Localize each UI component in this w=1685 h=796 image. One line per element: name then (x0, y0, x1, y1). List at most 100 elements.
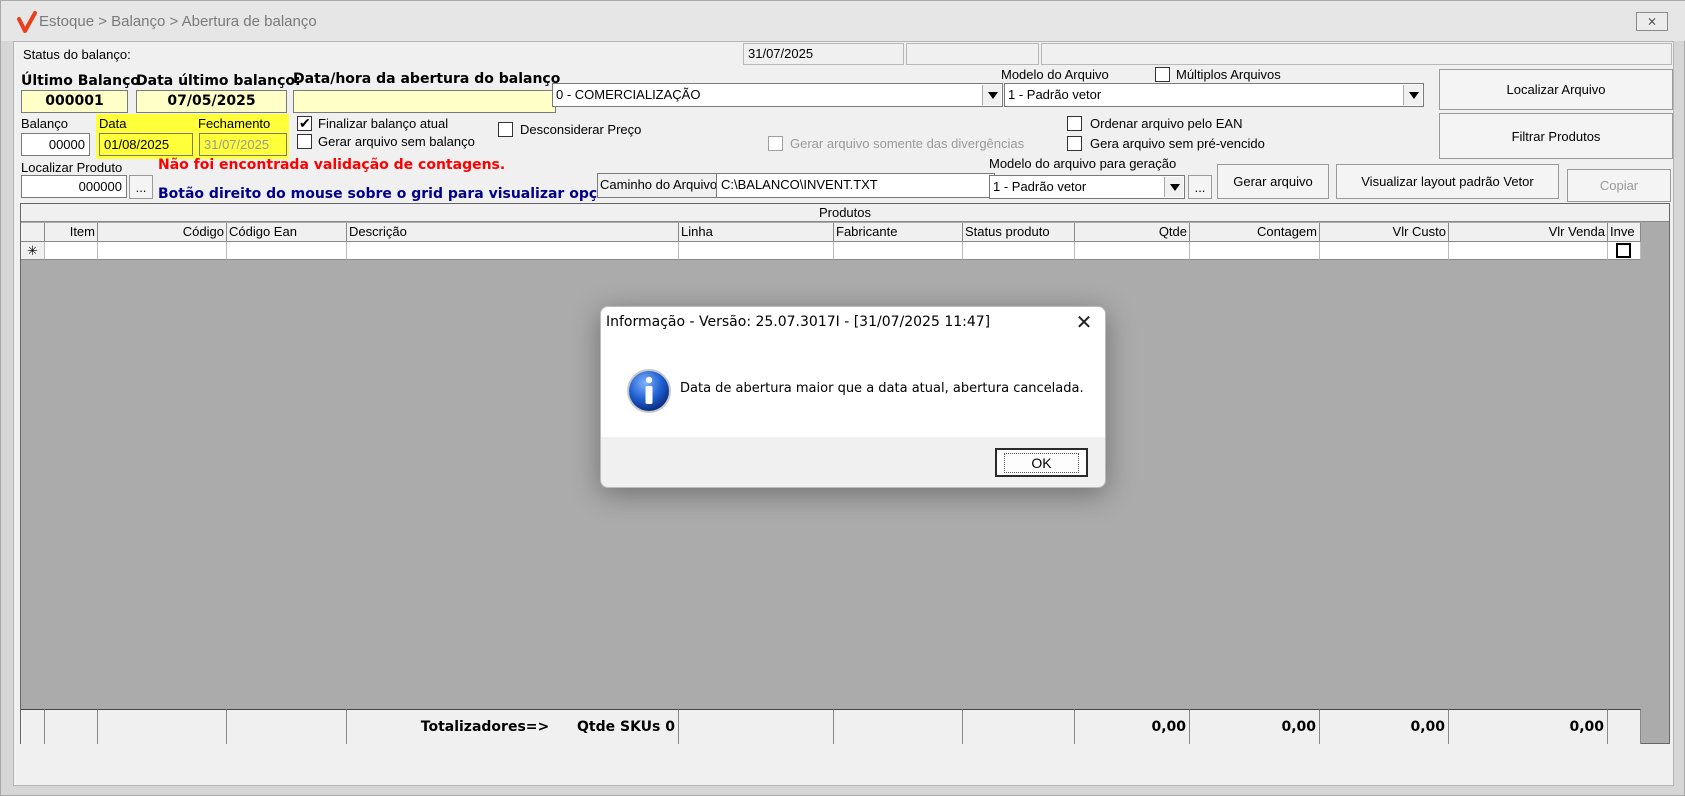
grid-header-codigo-ean[interactable]: Código Ean (227, 223, 347, 242)
footer-qtde-total: 0,00 (1075, 709, 1190, 744)
dialog-title: Informação - Versão: 25.07.3017I - [31/0… (606, 314, 991, 330)
new-row-cell[interactable] (1449, 242, 1608, 260)
data-abertura-field[interactable] (293, 90, 556, 113)
new-row-cell[interactable] (45, 242, 98, 260)
modelo-arquivo-label: Modelo do Arquivo (1001, 67, 1109, 82)
new-row-cell[interactable] (1190, 242, 1320, 260)
caminho-arquivo-label: Caminho do Arquivo: (600, 177, 721, 192)
grid-header-status-produto[interactable]: Status produto (963, 223, 1075, 242)
chevron-down-icon[interactable] (982, 85, 1001, 105)
gerar-divergencias-checkbox (768, 136, 783, 151)
data-ultimo-balanco-field: 07/05/2025 (136, 90, 287, 113)
new-row-cell[interactable] (347, 242, 679, 260)
pre-vencido-checkbox[interactable] (1067, 136, 1082, 151)
app-logo-icon (17, 11, 37, 33)
data-ultimo-balanco-label: Data último balanço: (136, 73, 301, 89)
info-dialog: Informação - Versão: 25.07.3017I - [31/0… (600, 306, 1106, 488)
multiplos-arquivos-label: Múltiplos Arquivos (1176, 67, 1281, 82)
tipo-balanco-value: 0 - COMERCIALIZAÇÃO (556, 87, 701, 102)
grid-caption: Produtos (21, 204, 1669, 222)
modelo-geracao-browse-button[interactable]: ... (1188, 175, 1212, 199)
footer-vlr-venda-total: 0,00 (1449, 709, 1608, 744)
gerar-sem-balanco-label: Gerar arquivo sem balanço (318, 134, 475, 149)
localizar-produto-label: Localizar Produto (21, 160, 123, 175)
chevron-down-icon[interactable] (1164, 177, 1183, 197)
window-close-button[interactable]: ⨯ (1636, 12, 1668, 31)
footer-cell (45, 709, 98, 744)
modelo-arquivo-value: 1 - Padrão vetor (1008, 87, 1102, 102)
status-date: 31/07/2025 (743, 43, 904, 65)
localizar-produto-browse-button[interactable]: ... (129, 175, 153, 199)
caminho-arquivo-field[interactable]: C:\BALANCO\INVENT.TXT (716, 174, 994, 197)
grid-header-linha[interactable]: Linha (679, 223, 834, 242)
new-row-cell[interactable] (98, 242, 227, 260)
footer-cell (834, 709, 963, 744)
localizar-produto-field[interactable]: 000000 (21, 175, 127, 198)
multiplos-arquivos-checkbox[interactable] (1155, 67, 1170, 82)
ok-button[interactable]: OK (995, 448, 1088, 477)
footer-cell (1608, 709, 1641, 744)
footer-vlr-custo-total: 0,00 (1320, 709, 1449, 744)
new-row-cell[interactable] (1320, 242, 1449, 260)
gerar-sem-balanco-checkbox[interactable] (297, 134, 312, 149)
data-field[interactable]: 01/08/2025 (99, 133, 193, 156)
grid-header-vlr-custo[interactable]: Vlr Custo (1320, 223, 1449, 242)
tipo-balanco-select[interactable]: 0 - COMERCIALIZAÇÃO (552, 83, 1003, 107)
grid-header-vlr-venda[interactable]: Vlr Venda (1449, 223, 1608, 242)
warning-text: Não foi encontrada validação de contagen… (158, 157, 506, 173)
balanco-field[interactable]: 00000 (21, 133, 90, 156)
gerar-arquivo-button[interactable]: Gerar arquivo (1217, 164, 1329, 199)
title-bar: Estoque > Balanço > Abertura de balanço … (1, 1, 1685, 41)
caminho-arquivo-group: Caminho do Arquivo: C:\BALANCO\INVENT.TX… (597, 173, 995, 198)
footer-cell (21, 709, 45, 744)
inventario-checkbox[interactable] (1616, 243, 1631, 258)
modelo-geracao-label: Modelo do arquivo para geração (989, 156, 1177, 171)
grid-hint-text: Botão direito do mouse sobre o grid para… (158, 186, 625, 202)
checkmark-icon: ✔ (299, 115, 311, 131)
ok-button-label: OK (1004, 452, 1079, 473)
dialog-message: Data de abertura maior que a data atual,… (680, 381, 1084, 396)
new-row-cell[interactable] (963, 242, 1075, 260)
grid-header-qtde[interactable]: Qtde (1075, 223, 1190, 242)
new-row-cell[interactable] (679, 242, 834, 260)
new-row-cell[interactable] (834, 242, 963, 260)
desconsiderar-preco-checkbox[interactable] (498, 122, 513, 137)
ordenar-ean-label: Ordenar arquivo pelo EAN (1090, 116, 1243, 131)
grid-header-item[interactable]: Item (45, 223, 98, 242)
balanco-label: Balanço (21, 116, 68, 131)
gerar-divergencias-label: Gerar arquivo somente das divergências (790, 136, 1025, 151)
footer-qtde-skus: Qtde SKUs 0 (577, 719, 675, 735)
dialog-close-button[interactable]: ✕ (1071, 310, 1097, 336)
visualizar-layout-button[interactable]: Visualizar layout padrão Vetor (1336, 164, 1559, 199)
finalizar-balanco-checkbox[interactable]: ✔ (297, 115, 312, 131)
new-row-cell[interactable] (1608, 242, 1641, 260)
footer-cell (679, 709, 834, 744)
data-abertura-label: Data/hora da abertura do balanço (293, 71, 561, 87)
finalizar-balanco-label: Finalizar balanço atual (318, 116, 449, 131)
modelo-geracao-select[interactable]: 1 - Padrão vetor (989, 175, 1185, 199)
information-icon (627, 369, 671, 413)
grid-header-contagem[interactable]: Contagem (1190, 223, 1320, 242)
grid-header-fabricante[interactable]: Fabricante (834, 223, 963, 242)
chevron-down-icon[interactable] (1403, 85, 1422, 105)
status-box-3 (1041, 43, 1672, 65)
modelo-arquivo-select[interactable]: 1 - Padrão vetor (1004, 83, 1424, 107)
grid-header-descricao[interactable]: Descrição (347, 223, 679, 242)
grid-header-indicator (21, 223, 45, 242)
fechamento-label: Fechamento (198, 116, 271, 131)
footer-cell (227, 709, 347, 744)
grid-header-codigo[interactable]: Código (98, 223, 227, 242)
filtrar-produtos-button[interactable]: Filtrar Produtos (1439, 113, 1673, 159)
localizar-arquivo-button[interactable]: Localizar Arquivo (1439, 69, 1673, 110)
new-row-cell[interactable] (227, 242, 347, 260)
ordenar-ean-checkbox[interactable] (1067, 116, 1082, 131)
dialog-body: Informação - Versão: 25.07.3017I - [31/0… (601, 307, 1105, 437)
grid-header-inve[interactable]: Inve (1608, 223, 1641, 242)
desconsiderar-preco-label: Desconsiderar Preço (520, 122, 642, 137)
status-box-2 (906, 43, 1039, 65)
new-row-cell[interactable] (1075, 242, 1190, 260)
footer-cell (963, 709, 1075, 744)
copiar-button: Copiar (1567, 169, 1671, 202)
pre-vencido-label: Gera arquivo sem pré-vencido (1090, 136, 1265, 151)
data-label: Data (99, 116, 127, 131)
